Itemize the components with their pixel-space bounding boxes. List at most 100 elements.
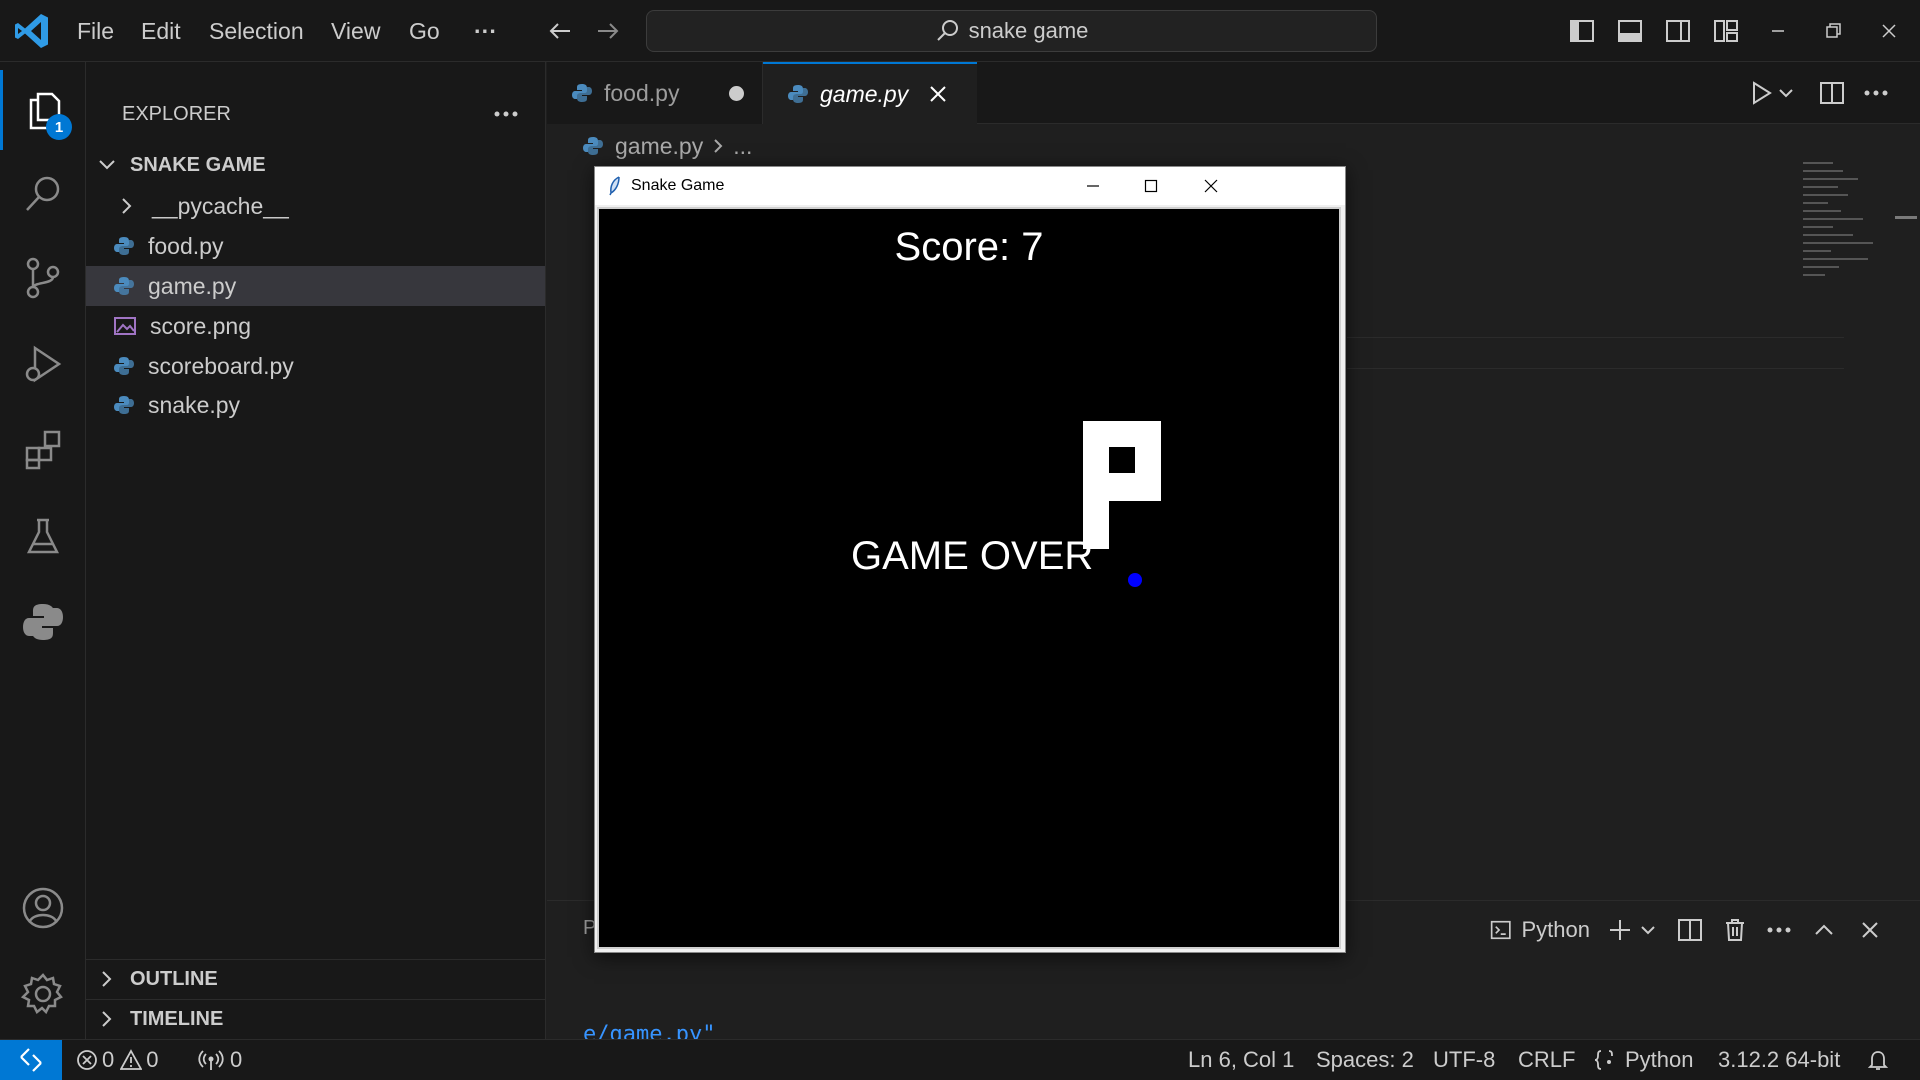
explorer-badge: 1 <box>46 114 72 140</box>
command-center-search[interactable]: snake game <box>646 10 1377 52</box>
chevron-right-icon <box>102 971 112 987</box>
breadcrumb: game.py ... <box>583 130 752 162</box>
terminal-dropdown-chevron-icon[interactable] <box>1637 900 1659 960</box>
tree-item-game-py[interactable]: game.py <box>86 266 545 306</box>
outline-label: OUTLINE <box>130 967 218 990</box>
terminal-python-button[interactable]: Python <box>1490 900 1590 960</box>
editor-line-divider <box>1347 337 1844 338</box>
tree-item-food-py[interactable]: food.py <box>86 226 545 266</box>
game-window-titlebar[interactable]: Snake Game <box>595 167 1345 205</box>
status-bar: 0 0 0 Ln 6, Col 1 Spaces: 2 UTF-8 CRLF P… <box>0 1039 1920 1080</box>
tab-game-py[interactable]: game.py <box>763 62 977 124</box>
folder-snake-game[interactable]: SNAKE GAME <box>86 145 545 185</box>
run-dropdown-chevron-icon[interactable] <box>1777 62 1795 124</box>
close-window-icon[interactable] <box>1879 0 1899 62</box>
search-icon <box>936 20 958 41</box>
timeline-section-header[interactable]: TIMELINE <box>86 999 545 1039</box>
tab-label: food.py <box>604 79 680 106</box>
restore-window-icon[interactable] <box>1823 0 1843 62</box>
explorer-files-icon[interactable]: 1 <box>0 70 86 150</box>
python-icon[interactable] <box>0 582 86 662</box>
split-editor-icon[interactable] <box>1819 62 1845 124</box>
explorer-more-icon[interactable] <box>486 94 526 134</box>
end-of-line[interactable]: CRLF <box>1518 1040 1575 1080</box>
vscode-logo-icon <box>12 0 52 62</box>
split-terminal-icon[interactable] <box>1673 900 1707 960</box>
back-arrow-icon[interactable] <box>545 0 575 62</box>
menu-edit[interactable]: Edit <box>141 0 181 62</box>
score-text: Score: 7 <box>894 225 1044 269</box>
encoding[interactable]: UTF-8 <box>1433 1040 1495 1080</box>
panel-more-icon[interactable] <box>1762 900 1796 960</box>
extensions-icon[interactable] <box>0 410 86 490</box>
warning-count: 0 <box>146 1047 159 1072</box>
indentation[interactable]: Spaces: 2 <box>1316 1040 1414 1080</box>
new-terminal-plus-icon[interactable] <box>1605 900 1635 960</box>
game-maximize-icon[interactable] <box>1131 167 1171 205</box>
editor-more-icon[interactable] <box>1863 62 1889 124</box>
kill-terminal-trash-icon[interactable] <box>1718 900 1752 960</box>
tree-item-label: snake.py <box>148 391 241 418</box>
unsaved-dot-icon[interactable] <box>729 86 744 101</box>
warning-icon <box>120 1049 143 1070</box>
menu-file[interactable]: File <box>77 0 114 62</box>
ports-count: 0 <box>230 1047 243 1072</box>
language-mode[interactable]: Python <box>1593 1040 1694 1080</box>
tab-label: game.py <box>820 80 909 107</box>
maximize-panel-chevron-up-icon[interactable] <box>1807 900 1841 960</box>
run-python-file-icon[interactable] <box>1748 62 1774 124</box>
menu-selection[interactable]: Selection <box>209 0 304 62</box>
notifications-bell-icon[interactable] <box>1866 1040 1890 1080</box>
timeline-label: TIMELINE <box>130 1007 224 1030</box>
close-panel-icon[interactable] <box>1853 900 1887 960</box>
account-icon[interactable] <box>0 868 86 948</box>
chevron-right-icon <box>122 198 132 214</box>
chevron-right-icon <box>102 1011 112 1027</box>
menu-go[interactable]: Go <box>409 0 440 62</box>
minimap[interactable] <box>1803 162 1903 332</box>
activity-bar: 1 <box>0 62 86 1039</box>
tree-item-label: scoreboard.py <box>148 352 294 379</box>
tree-item-snake-py[interactable]: snake.py <box>86 385 545 425</box>
tree-item-score-png[interactable]: score.png <box>86 306 545 346</box>
breadcrumb-file[interactable]: game.py <box>615 133 703 160</box>
remote-indicator-icon[interactable] <box>0 1040 62 1080</box>
terminal-label: Python <box>1521 917 1591 942</box>
tree-item-label: food.py <box>148 232 224 259</box>
run-debug-icon[interactable] <box>0 324 86 404</box>
chevron-down-icon <box>99 160 115 170</box>
testing-flask-icon[interactable] <box>0 496 86 576</box>
tab-bar: food.py game.py <box>547 62 1920 124</box>
problems-indicator[interactable]: 0 0 <box>76 1040 159 1080</box>
tree-item-label: __pycache__ <box>152 192 289 219</box>
outline-section-header[interactable]: OUTLINE <box>86 959 545 999</box>
toggle-secondary-sidebar-icon[interactable] <box>1664 0 1692 62</box>
python-file-icon <box>788 85 808 103</box>
minimize-window-icon[interactable] <box>1768 0 1788 62</box>
toggle-panel-icon[interactable] <box>1616 0 1644 62</box>
toggle-primary-sidebar-icon[interactable] <box>1568 0 1596 62</box>
menu-more-icon[interactable]: ··· <box>474 0 497 62</box>
python-file-icon <box>572 84 592 102</box>
customize-layout-icon[interactable] <box>1712 0 1740 62</box>
python-file-icon <box>114 357 134 375</box>
game-minimize-icon[interactable] <box>1073 167 1113 205</box>
menu-view[interactable]: View <box>331 0 380 62</box>
terminal-icon <box>1490 920 1511 940</box>
search-text: snake game <box>968 18 1089 43</box>
breadcrumb-rest[interactable]: ... <box>733 133 752 160</box>
game-close-icon[interactable] <box>1191 167 1231 205</box>
tree-item-scoreboard-py[interactable]: scoreboard.py <box>86 346 545 386</box>
settings-gear-icon[interactable] <box>0 954 86 1034</box>
cursor-position[interactable]: Ln 6, Col 1 <box>1188 1040 1294 1080</box>
game-window-title: Snake Game <box>631 177 725 194</box>
source-control-icon[interactable] <box>0 238 86 318</box>
search-icon[interactable] <box>0 154 86 234</box>
tab-food-py[interactable]: food.py <box>547 62 763 124</box>
tree-item-pycache[interactable]: __pycache__ <box>86 186 545 226</box>
ports-indicator[interactable]: 0 <box>198 1040 242 1080</box>
close-tab-icon[interactable] <box>927 83 949 105</box>
python-interpreter[interactable]: 3.12.2 64-bit <box>1718 1040 1840 1080</box>
forward-arrow-icon[interactable] <box>593 0 623 62</box>
overview-ruler-marker <box>1895 216 1917 219</box>
